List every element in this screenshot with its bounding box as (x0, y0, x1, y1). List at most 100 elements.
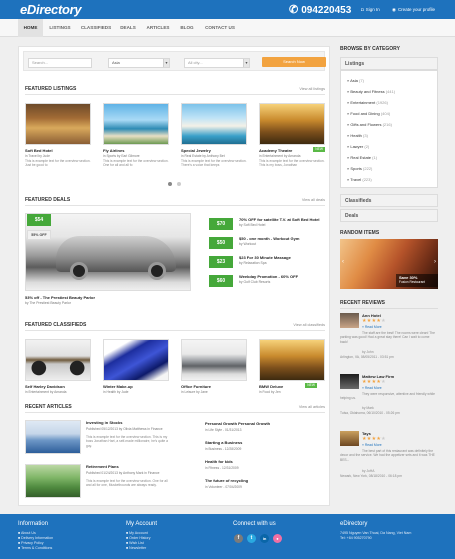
view-all-deals-link[interactable]: View all deals (302, 198, 325, 203)
listing-title[interactable]: Academy Theatre (259, 148, 292, 153)
review-avatar[interactable] (340, 431, 359, 446)
listing-image[interactable] (181, 103, 247, 145)
facebook-icon[interactable]: f (234, 534, 243, 543)
deal-price-tag: $54 (27, 214, 51, 226)
deal-price-tag: $60 (209, 275, 233, 287)
listing-image[interactable] (103, 103, 169, 145)
section-title: FEATURED DEALS (25, 197, 71, 203)
deal-title[interactable]: 70% OFF for satellite T.V. at Soft Bed H… (239, 217, 320, 222)
review-location: Tulsa, Oklahoma, 06/10/2010 - 05:26 pm (340, 411, 400, 415)
review-avatar[interactable] (340, 313, 359, 328)
category-item[interactable]: » Asia (7) (347, 78, 364, 83)
listing-title[interactable]: Special Jewelry (181, 148, 211, 153)
review-text: The best part of this restaurant was def… (340, 449, 435, 462)
category-item[interactable]: » Entertainment (1926) (347, 100, 388, 105)
chevron-left-icon[interactable]: ‹ (342, 259, 344, 267)
nav-home[interactable]: HOME (18, 19, 43, 37)
article-image[interactable] (25, 420, 81, 454)
classified-title[interactable]: Winter Make-up (103, 384, 133, 389)
category-item[interactable]: » Beauty and Fitness (441) (347, 89, 395, 94)
article-title[interactable]: Retirement Plans (86, 464, 119, 469)
footer-link[interactable]: ■ My Account (126, 531, 148, 536)
carousel-dot[interactable] (177, 182, 181, 186)
carousel-dot-active[interactable] (168, 182, 172, 186)
article-link-title[interactable]: Starting a Business (205, 440, 242, 445)
nav-contact[interactable]: CONTACT US (201, 19, 239, 37)
article-desc: This is example text for the overview se… (86, 479, 168, 488)
deal-title[interactable]: 53% off - The Prestiest Beauty Parlor (25, 295, 95, 300)
article-link-title[interactable]: Health for kids (205, 459, 233, 464)
article-image[interactable] (25, 464, 81, 498)
chevron-down-icon: ▼ (243, 59, 249, 67)
footer-link[interactable]: ■ Wish List (126, 541, 144, 546)
article-title[interactable]: Investing in Stocks (86, 420, 122, 425)
footer-link[interactable]: ■ Order History (126, 536, 151, 541)
listing-title[interactable]: Soft Bed Hotel (25, 148, 53, 153)
deal-title[interactable]: Weekday Promotion - 60% OFF (239, 274, 298, 279)
category-item[interactable]: » Lawyer (2) (347, 144, 369, 149)
footer-link[interactable]: ■ About Us (18, 531, 36, 536)
read-more-link[interactable]: » Read More (362, 325, 382, 329)
classified-title[interactable]: BMW Deluxe (259, 384, 283, 389)
classified-image[interactable] (259, 339, 325, 381)
listing-desc: This is example text for the overview se… (259, 159, 325, 168)
category-item[interactable]: » Food and Dining (404) (347, 111, 390, 116)
phone-number: ✆ 094220453 (289, 3, 351, 17)
view-all-classifieds-link[interactable]: View all classifieds (293, 323, 325, 328)
classifieds-tab[interactable]: Classifieds (340, 194, 438, 207)
listing-title[interactable]: Fly Airlines (103, 148, 124, 153)
classified-image[interactable] (181, 339, 247, 381)
random-item-image[interactable]: Save 30% Fusion Restaurant ‹ › (340, 239, 438, 289)
footer-address: 7495 Nguyen Van Thoai, Da Nang, Viet Nam (340, 531, 412, 535)
category-item[interactable]: » Gifts and Flowers (216) (347, 122, 392, 127)
footer-link[interactable]: ■ Newsletter (126, 546, 146, 551)
listing-image[interactable] (25, 103, 91, 145)
footer-account-title: My Account (126, 521, 158, 527)
nav-classifieds[interactable]: CLASSIFIEDS (78, 19, 114, 37)
classified-title[interactable]: Self Harley Davidson (25, 384, 65, 389)
deal-title[interactable]: $50 - one month - Workout Gym (239, 236, 299, 241)
view-all-listings-link[interactable]: View all listings (299, 87, 325, 92)
footer-link[interactable]: ■ Delivery Information (18, 536, 53, 541)
read-more-link[interactable]: » Read More (362, 443, 382, 447)
article-link-title[interactable]: Personal Growth Personal Growth (205, 421, 270, 426)
search-button[interactable]: Search Now (262, 57, 326, 67)
chevron-right-icon[interactable]: › (434, 259, 436, 267)
classified-image[interactable] (25, 339, 91, 381)
view-all-articles-link[interactable]: View all articles (299, 405, 325, 410)
footer-link[interactable]: ■ Privacy Policy (18, 541, 44, 546)
footer-brand-title: eDirectory (340, 521, 368, 527)
city-select[interactable]: All city... ▼ (184, 58, 250, 68)
flickr-icon[interactable]: ● (273, 534, 282, 543)
nav-articles[interactable]: ARTICLES (143, 19, 173, 37)
twitter-icon[interactable]: t (247, 534, 256, 543)
featured-classifieds-header: FEATURED CLASSIFIEDS View all classified… (25, 322, 325, 331)
site-logo[interactable]: eDirectory (20, 2, 82, 19)
listings-tab[interactable]: Listings (340, 57, 438, 70)
nav-listings[interactable]: LISTINGS (46, 19, 74, 37)
nav-blog[interactable]: BLOG (177, 19, 197, 37)
classified-title[interactable]: Office Furniture (181, 384, 211, 389)
review-avatar[interactable] (340, 374, 359, 389)
review-author: by JoHA (362, 469, 375, 473)
deal-title[interactable]: $23 For 30 Minute Massage (239, 255, 291, 260)
deal-sub: by Relaxation Spa (239, 261, 267, 265)
create-profile-link[interactable]: ◉ Create your profile (392, 7, 435, 13)
sign-in-link[interactable]: ◘ Sign In (361, 7, 380, 13)
classified-image[interactable] (103, 339, 169, 381)
review-text: The staff are the best! The rooms were c… (340, 331, 435, 344)
read-more-link[interactable]: » Read More (362, 386, 382, 390)
nav-deals[interactable]: DEALS (117, 19, 139, 37)
article-link-title[interactable]: The future of recycling (205, 478, 248, 483)
footer-link[interactable]: ■ Terms & Conditions (18, 546, 52, 551)
category-item[interactable]: » Sports (222) (347, 166, 372, 171)
deals-tab[interactable]: Deals (340, 209, 438, 222)
category-item[interactable]: » Real Estate (1) (347, 155, 377, 160)
category-item[interactable]: » Travel (223) (347, 177, 372, 182)
footer-connect-title: Connect with us (233, 521, 276, 527)
keyword-input[interactable]: Search... (28, 58, 92, 68)
listing-image[interactable] (259, 103, 325, 145)
where-select[interactable]: Asia ▼ (108, 58, 170, 68)
category-item[interactable]: » Health (3) (347, 133, 368, 138)
linkedin-icon[interactable]: in (260, 534, 269, 543)
